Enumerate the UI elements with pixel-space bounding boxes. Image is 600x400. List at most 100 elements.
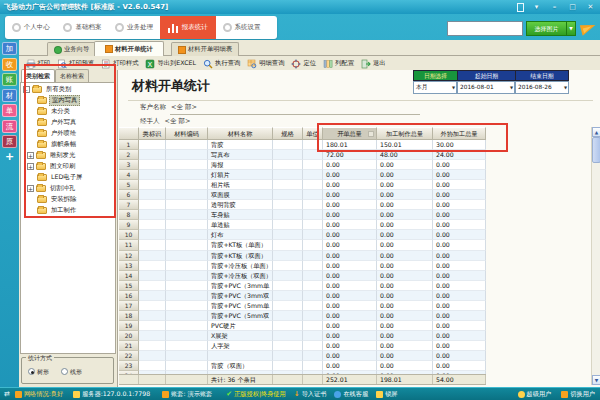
sidebar-button-6[interactable]: 原 <box>2 135 17 148</box>
sidebar-button-3[interactable]: 材 <box>2 89 17 102</box>
operator-filter-value[interactable]: <全 部> <box>165 117 191 125</box>
end-date-select[interactable]: 2016-08-26 <box>515 81 569 94</box>
table-row[interactable]: 3海报0.000.000.00 <box>119 160 486 170</box>
select-image-split-button[interactable]: 选择图片 ▼ <box>526 21 576 36</box>
table-row[interactable]: 4灯箱片0.000.000.00 <box>119 170 486 180</box>
account-status[interactable]: 账套: 演示账套 <box>162 390 212 399</box>
table-cell <box>303 160 323 170</box>
table-row[interactable]: 9单透贴0.000.000.00 <box>119 220 486 230</box>
scroll-down-icon[interactable]: ▼ <box>592 375 600 385</box>
sidebar-button-0[interactable]: 加 <box>2 42 17 55</box>
sidebar-button-1[interactable]: 收 <box>2 58 17 71</box>
stat-mode-option-1[interactable]: 线形 <box>61 368 82 377</box>
table-row[interactable]: 11背胶+KT板（单面）0.000.000.00 <box>119 240 486 250</box>
nav-item-label: 报表统计 <box>182 23 208 32</box>
table-cell <box>273 271 303 281</box>
online-service[interactable]: 在线客服 <box>334 390 368 399</box>
window-drop-icon[interactable]: ▾ <box>531 2 542 12</box>
table-row[interactable]: 7透明背胶0.000.000.00 <box>119 200 486 210</box>
column-header-2[interactable]: 材料编码 <box>166 127 208 140</box>
scrollbar-thumb[interactable] <box>592 137 600 163</box>
toolbar-button-4[interactable]: 执行查询 <box>200 59 244 69</box>
material-table: 类标识材料编码材料名称规格单位开单总量加工制作总量外协加工总量 1背胶180.0… <box>119 127 591 385</box>
close-button[interactable]: ✕ <box>585 2 596 12</box>
table-row[interactable]: 220.000.000.00 <box>119 351 486 361</box>
table-row[interactable]: 18背胶+PVC（5mm双0.000.000.00 <box>119 311 486 321</box>
nav-item-3[interactable]: 报表统计 <box>160 16 216 39</box>
table-row[interactable]: 15背胶+PVC（3mm单0.000.000.00 <box>119 281 486 291</box>
column-header-0[interactable] <box>119 127 139 140</box>
radio-icon[interactable] <box>28 368 35 375</box>
select-image-button[interactable]: 选择图片 <box>526 21 567 36</box>
sidebar-button-4[interactable]: 单 <box>2 104 17 117</box>
nav-item-2[interactable]: 业务处理 <box>108 16 160 39</box>
table-cell <box>139 311 166 321</box>
lock-screen[interactable]: 锁屏 <box>376 390 397 399</box>
toolbar-button-7[interactable]: 列配置 <box>320 59 358 69</box>
table-cell <box>166 150 208 160</box>
table-row[interactable]: 10灯布0.000.000.00 <box>119 230 486 240</box>
vertical-scrollbar[interactable]: ▲ ▼ <box>591 127 600 385</box>
table-cell <box>139 150 166 160</box>
sidebar-button-2[interactable]: 账 <box>2 73 17 86</box>
select-image-dropdown-icon[interactable]: ▼ <box>567 21 576 36</box>
network-status[interactable]: 网络情况:良好 <box>15 390 63 399</box>
nav-item-1[interactable]: 基础档案 <box>57 16 109 39</box>
super-user[interactable]: 超级用户 <box>518 390 552 399</box>
table-row[interactable]: 23背胶（双面）0.000.000.00 <box>119 361 486 371</box>
window-title: 飞扬动力广告公司管理软件 [标准版 - V2.6.0.547] <box>4 3 168 11</box>
table-cell <box>166 291 208 301</box>
table-cell <box>273 200 303 210</box>
minimize-button[interactable]: – <box>549 2 560 12</box>
start-date-select[interactable]: 2016-08-01 <box>457 81 515 94</box>
tab-0[interactable]: 业务向导 <box>47 42 96 56</box>
tab-2[interactable]: 材料开单明细表 <box>171 42 239 56</box>
table-cell: 背胶+KT板（双面） <box>208 251 273 261</box>
toolbar-button-8[interactable]: 退出 <box>357 59 389 69</box>
column-header-3[interactable]: 材料名称 <box>208 127 273 140</box>
table-row[interactable]: 6双面膜0.000.000.00 <box>119 190 486 200</box>
sidebar-button-7[interactable]: + <box>2 151 17 164</box>
scroll-up-icon[interactable]: ▲ <box>592 127 600 137</box>
tab-icon <box>178 46 186 54</box>
toolbar-button-6[interactable]: 定位 <box>288 59 320 69</box>
stat-mode-option-0[interactable]: 树形 <box>28 368 49 377</box>
table-cell: 0.00 <box>323 180 377 190</box>
image-input[interactable] <box>447 21 523 36</box>
table-row[interactable]: 14背胶+冷压板（双面）0.000.000.00 <box>119 271 486 281</box>
exit-icon <box>361 59 371 69</box>
table-cell <box>139 251 166 261</box>
table-cell: 0.00 <box>323 351 377 361</box>
table-row[interactable]: 21人字架0.000.000.00 <box>119 341 486 351</box>
row-number: 5 <box>119 180 139 190</box>
radio-icon[interactable] <box>61 368 68 375</box>
toolbar-button-5[interactable]: 明细查询 <box>244 59 288 69</box>
circle-icon <box>12 23 21 32</box>
column-header-4[interactable]: 规格 <box>273 127 303 140</box>
nav-item-0[interactable]: 个人中心 <box>5 16 57 39</box>
license-status[interactable]: ✔正版授权|终身使用 <box>226 390 285 399</box>
column-header-1[interactable]: 类标识 <box>139 127 166 140</box>
maximize-button[interactable]: □ <box>567 2 578 12</box>
table-row[interactable]: 19PVC硬片0.000.000.00 <box>119 321 486 331</box>
table-row[interactable]: 13背胶+冷压板（单面）0.000.000.00 <box>119 261 486 271</box>
network-status-label: 网络情况:良好 <box>24 390 63 399</box>
row-number: 12 <box>119 251 139 261</box>
table-row[interactable]: 5相片纸0.000.000.00 <box>119 180 486 190</box>
window-page-icon[interactable] <box>517 3 524 12</box>
sync-status[interactable]: ⇄ <box>4 391 10 398</box>
nav-item-4[interactable]: 系统设置 <box>216 16 268 39</box>
server-status[interactable]: 服务器:127.0.0.1:7798 <box>73 390 150 399</box>
table-row[interactable]: 17背胶+PVC（5mm单0.000.000.00 <box>119 301 486 311</box>
table-row[interactable]: 8车身贴0.000.000.00 <box>119 210 486 220</box>
table-row[interactable]: 16背胶+PVC（3mm双0.000.000.00 <box>119 291 486 301</box>
date-type-select[interactable]: 本月 <box>413 81 457 94</box>
tab-1[interactable]: 材料开单统计 <box>94 41 164 56</box>
import-cert[interactable]: ↓导入证书 <box>294 390 327 399</box>
sidebar-button-5[interactable]: 流 <box>2 120 17 133</box>
toolbar-button-3[interactable]: X导出到EXCEL <box>142 59 200 69</box>
switch-user[interactable]: 切换用户 <box>561 390 595 399</box>
table-row[interactable]: 20X展架0.000.000.00 <box>119 331 486 341</box>
table-row[interactable]: 12背胶+KT板（双面）0.000.000.00 <box>119 251 486 261</box>
customer-filter-value[interactable]: <全 部> <box>171 103 197 111</box>
